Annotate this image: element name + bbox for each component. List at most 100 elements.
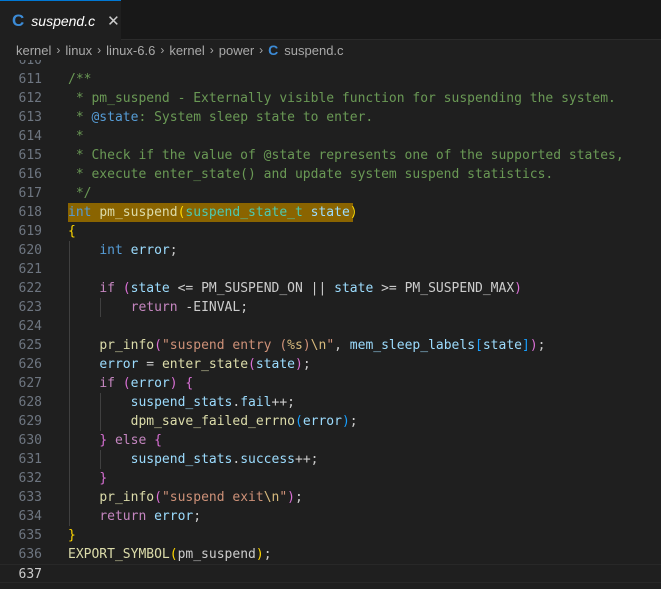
code-line[interactable]: 636 EXPORT_SYMBOL(pm_suspend);: [0, 545, 661, 564]
code-line[interactable]: 611 /**: [0, 70, 661, 89]
code-token: pm_suspend: [177, 547, 256, 562]
breadcrumb-item-linux[interactable]: linux: [65, 43, 92, 58]
code-token: [: [475, 338, 483, 353]
code-text: /**: [68, 70, 91, 89]
code-token: =: [138, 357, 162, 372]
code-line[interactable]: 631 suspend_stats.success++;: [0, 450, 661, 469]
code-token: (: [122, 281, 131, 296]
tab-suspend-c[interactable]: C suspend.c ✕: [0, 0, 121, 40]
code-token: -EINVAL;: [177, 300, 249, 315]
code-token: return: [99, 509, 147, 524]
breadcrumb-item-linux-6-6[interactable]: linux-6.6: [106, 43, 155, 58]
code-text: suspend_stats.fail++;: [68, 393, 295, 412]
code-token: state: [310, 205, 350, 220]
code-line[interactable]: 616 * execute enter_state() and update s…: [0, 165, 661, 184]
code-line[interactable]: 615 * Check if the value of @state repre…: [0, 146, 661, 165]
code-token: int: [68, 205, 92, 220]
breadcrumb-item-kernel[interactable]: kernel: [16, 43, 51, 58]
line-number: 610: [18, 60, 42, 68]
code-line[interactable]: 624: [0, 317, 661, 336]
code-token: ,: [334, 338, 350, 353]
code-line[interactable]: 623 return -EINVAL;: [0, 298, 661, 317]
code-token: mem_sleep_labels: [349, 338, 476, 353]
code-line[interactable]: 613 * @state: System sleep state to ente…: [0, 108, 661, 127]
code-token: ): [255, 547, 264, 562]
code-token: error: [130, 376, 170, 391]
code-text: * execute enter_state() and update syste…: [68, 165, 553, 184]
code-token: ++;: [295, 452, 319, 467]
line-number: 625: [18, 338, 42, 353]
code-line[interactable]: 627 if (error) {: [0, 374, 661, 393]
line-number: 612: [18, 91, 42, 106]
code-token: {: [185, 376, 194, 391]
code-token: : System sleep state to enter.: [138, 110, 374, 125]
line-number: 637: [18, 567, 42, 582]
code-line[interactable]: 618 int pm_suspend(suspend_state_t state): [0, 203, 661, 222]
code-text: error = enter_state(state);: [68, 355, 310, 374]
code-line[interactable]: 626 error = enter_state(state);: [0, 355, 661, 374]
code-token: enter_state: [161, 357, 249, 372]
code-line[interactable]: 617 */: [0, 184, 661, 203]
code-text: *: [68, 127, 84, 146]
code-text: }: [68, 469, 107, 488]
code-text: pr_info("suspend entry (%s)\n", mem_slee…: [68, 336, 545, 355]
code-line[interactable]: 634 return error;: [0, 507, 661, 526]
code-line[interactable]: 632 }: [0, 469, 661, 488]
code-token: EXPORT_SYMBOL: [68, 547, 170, 562]
breadcrumb-item-power[interactable]: power: [219, 43, 254, 58]
code-line[interactable]: 630 } else {: [0, 431, 661, 450]
code-token: {: [68, 224, 76, 239]
code-token: *: [68, 110, 92, 125]
code-line[interactable]: 628 suspend_stats.fail++;: [0, 393, 661, 412]
breadcrumb-item-kernel-dir[interactable]: kernel: [169, 43, 204, 58]
code-line[interactable]: 633 pr_info("suspend exit\n");: [0, 488, 661, 507]
code-token: (: [169, 547, 178, 562]
close-icon[interactable]: ✕: [107, 12, 120, 30]
code-token: ;: [263, 547, 272, 562]
breadcrumb: kernel › linux › linux-6.6 › kernel › po…: [0, 40, 661, 60]
code-text: pr_info("suspend exit\n");: [68, 488, 303, 507]
code-line[interactable]: 637: [0, 564, 661, 583]
code-line[interactable]: 612 * pm_suspend - Externally visible fu…: [0, 89, 661, 108]
code-line[interactable]: 625 pr_info("suspend entry (%s)\n", mem_…: [0, 336, 661, 355]
code-token: ): [341, 414, 350, 429]
code-token: ++;: [271, 395, 295, 410]
code-editor[interactable]: 610 611 /** 612 * pm_suspend - Externally v…: [0, 60, 661, 589]
chevron-right-icon: ›: [209, 43, 214, 57]
code-token: @state: [91, 110, 139, 125]
code-text: */: [68, 184, 92, 203]
code-token: error: [99, 357, 139, 372]
line-number: 636: [18, 547, 42, 562]
chevron-right-icon: ›: [56, 43, 61, 57]
line-number: 631: [18, 452, 42, 467]
code-token: *: [68, 129, 84, 144]
code-line[interactable]: 629 dpm_save_failed_errno(error);: [0, 412, 661, 431]
code-line[interactable]: 621: [0, 260, 661, 279]
code-token: \n: [263, 490, 280, 505]
code-token: ): [349, 205, 358, 220]
breadcrumb-item-file[interactable]: suspend.c: [284, 43, 343, 58]
code-line[interactable]: 620 int error;: [0, 241, 661, 260]
code-token: (: [154, 490, 162, 505]
code-token: error: [130, 243, 170, 258]
code-line[interactable]: 622 if (state <= PM_SUSPEND_ON || state …: [0, 279, 661, 298]
code-line[interactable]: 614 *: [0, 127, 661, 146]
code-token: PM_SUSPEND_MAX: [404, 281, 515, 296]
line-number: 632: [18, 471, 42, 486]
code-line[interactable]: 635}: [0, 526, 661, 545]
code-line[interactable]: 610: [0, 60, 661, 70]
code-token: int: [99, 243, 123, 258]
code-token: \n: [310, 338, 327, 353]
line-number: 614: [18, 129, 42, 144]
indent-guide: [69, 241, 70, 526]
line-number: 633: [18, 490, 42, 505]
line-number: 629: [18, 414, 42, 429]
code-line[interactable]: 619 {: [0, 222, 661, 241]
